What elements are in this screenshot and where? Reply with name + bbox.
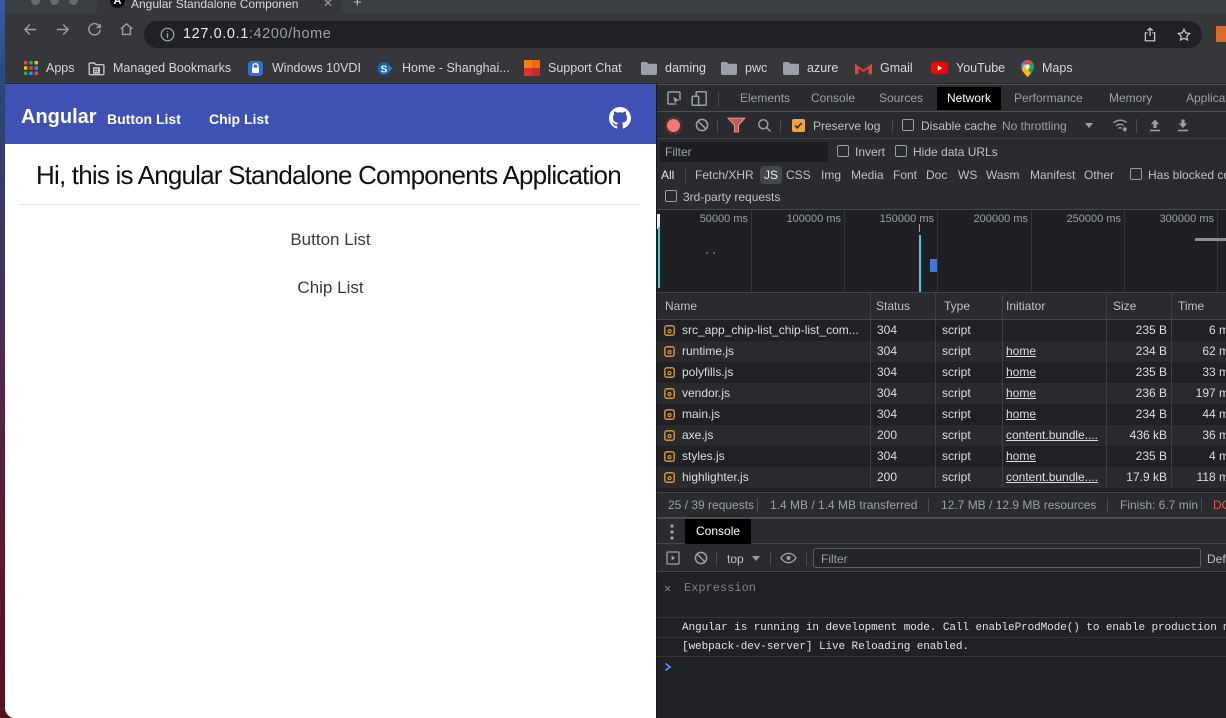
svg-text:S: S — [380, 63, 387, 75]
